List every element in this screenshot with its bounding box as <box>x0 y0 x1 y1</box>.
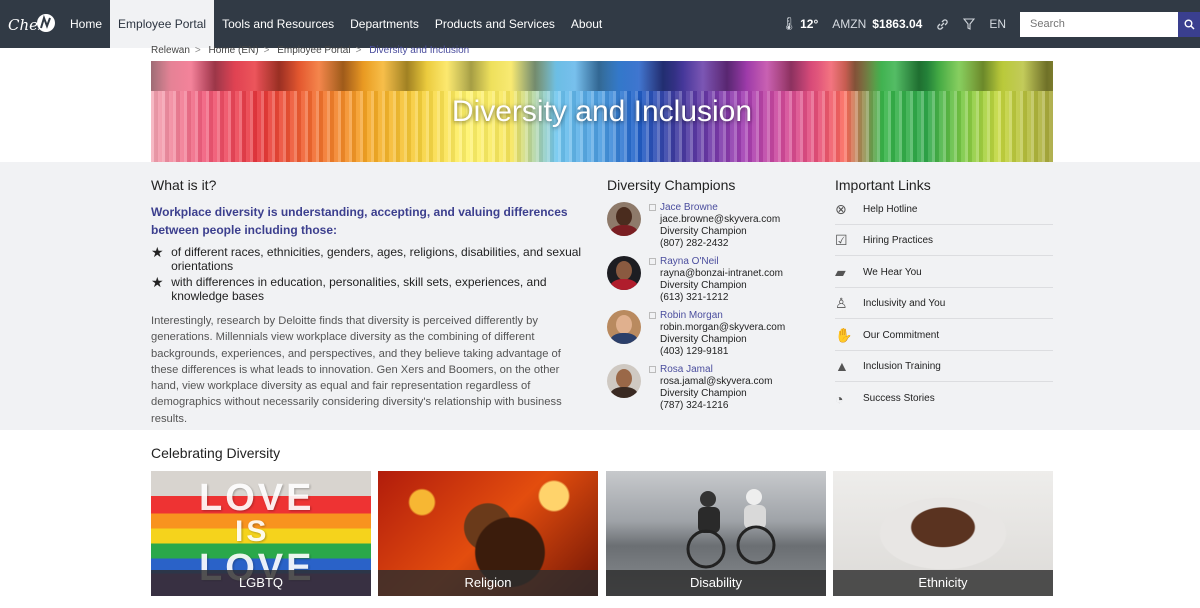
search-input[interactable] <box>1020 11 1178 37</box>
champion-role: Diversity Champion <box>660 334 747 345</box>
bullet-list: ★ of different races, ethnicities, gender… <box>151 245 586 303</box>
nav-item-products-and-services[interactable]: Products and Services <box>427 0 563 48</box>
avatar[interactable] <box>607 256 641 290</box>
lifebuoy-icon: ⊗ <box>835 200 847 217</box>
link-inclusivity-and-you[interactable]: ♙ Inclusivity and You <box>835 288 1053 319</box>
hero-title: Diversity and Inclusion <box>451 95 753 128</box>
clipboard-check-icon: ☑ <box>835 231 848 248</box>
champion-email[interactable]: jace.browne@skyvera.com <box>660 214 780 226</box>
important-links-section: Important Links ⊗ Help Hotline ☑ Hiring Pr… <box>835 177 1053 407</box>
champion-role: Diversity Champion <box>660 226 747 237</box>
champion-email[interactable]: rayna@bonzai-intranet.com <box>660 268 783 280</box>
champion-phone: (403) 129-9181 <box>660 346 729 357</box>
breadcrumb: Relewan > Home (EN) > Employee Portal > Div… <box>151 45 470 55</box>
what-is-it-section: What is it? Workplace diversity is under… <box>151 177 586 427</box>
language-selector[interactable]: EN <box>989 17 1006 31</box>
link-hiring-practices[interactable]: ☑ Hiring Practices <box>835 225 1053 256</box>
link-our-commitment[interactable]: ✋ Our Commitment <box>835 320 1053 351</box>
avatar[interactable] <box>607 202 641 236</box>
champion-role: Diversity Champion <box>660 388 747 399</box>
nav-item-about[interactable]: About <box>563 0 610 48</box>
weather-widget[interactable]: 🌡 12° <box>781 16 819 32</box>
champion-card: Rayna O'Neil rayna@bonzai-intranet.com D… <box>607 256 783 304</box>
champion-phone: (613) 321-1212 <box>660 292 729 303</box>
star-icon: ★ <box>151 274 164 290</box>
breadcrumb-item-employee-portal[interactable]: Employee Portal <box>277 45 350 55</box>
champion-name[interactable]: Rosa Jamal <box>660 364 772 376</box>
tile-caption: LGBTQ <box>151 570 371 596</box>
champions-heading: Diversity Champions <box>607 177 736 193</box>
champion-phone: (787) 324-1216 <box>660 400 729 411</box>
diversity-tiles: LOVE IS LOVE LGBTQ Religion Disability E… <box>151 471 1053 596</box>
graduation-icon: ▲ <box>835 358 849 374</box>
hero-banner: Diversity and Inclusion <box>151 61 1053 162</box>
tile-disability[interactable]: Disability <box>606 471 826 596</box>
diversity-champions-section: Diversity Champions Jace Browne jace.bro… <box>607 177 817 411</box>
lead-text: Workplace diversity is understanding, ac… <box>151 205 568 237</box>
tile-ethnicity[interactable]: Ethnicity <box>833 471 1053 596</box>
what-is-it-heading: What is it? <box>151 177 217 193</box>
handshake-icon: ✋ <box>835 326 853 343</box>
tile-caption: Ethnicity <box>833 570 1053 596</box>
link-help-hotline[interactable]: ⊗ Help Hotline <box>835 194 1053 225</box>
champion-email[interactable]: rosa.jamal@skyvera.com <box>660 376 772 388</box>
champion-role: Diversity Champion <box>660 280 747 291</box>
breadcrumb-item-home[interactable]: Home (EN) <box>209 45 259 55</box>
champion-phone: (807) 282-2432 <box>660 238 729 249</box>
breadcrumb-item-relewan[interactable]: Relewan <box>151 45 190 55</box>
list-item: ★ of different races, ethnicities, gender… <box>151 244 582 273</box>
checkbox-icon <box>649 312 656 319</box>
nav-item-tools-and-resources[interactable]: Tools and Resources <box>214 0 342 48</box>
important-links-heading: Important Links <box>835 177 931 193</box>
tile-caption: Disability <box>606 570 826 596</box>
champion-name[interactable]: Rayna O'Neil <box>660 256 783 268</box>
nav-item-departments[interactable]: Departments <box>342 0 427 48</box>
avatar[interactable] <box>607 364 641 398</box>
search-button[interactable] <box>1178 11 1200 37</box>
champion-name[interactable]: Robin Morgan <box>660 310 785 322</box>
link-we-hear-you[interactable]: ▰ We Hear You <box>835 257 1053 288</box>
breadcrumb-item-current: Diversity and Inclusion <box>369 45 470 55</box>
link-inclusion-training[interactable]: ▲ Inclusion Training <box>835 351 1053 382</box>
filter-icon[interactable] <box>963 18 976 30</box>
tile-lgbtq[interactable]: LOVE IS LOVE LGBTQ <box>151 471 371 596</box>
checkbox-icon <box>649 366 656 373</box>
person-icon: ♙ <box>835 294 848 311</box>
tile-art-text: LOVE <box>199 477 315 519</box>
chat-bubbles-icon: ▰ <box>835 263 846 280</box>
stock-symbol: AMZN <box>832 17 867 31</box>
star-icon: ★ <box>151 244 164 260</box>
link-success-stories[interactable]: ◔ Success Stories <box>835 383 1053 414</box>
checkbox-icon <box>649 204 656 211</box>
champion-card: Jace Browne jace.browne@skyvera.com Dive… <box>607 202 780 250</box>
champion-card: Robin Morgan robin.morgan@skyvera.com Di… <box>607 310 785 358</box>
checkbox-icon <box>649 258 656 265</box>
champion-card: Rosa Jamal rosa.jamal@skyvera.com Divers… <box>607 364 772 412</box>
thermometer-icon: 🌡 <box>780 16 798 31</box>
nav-tools: 🌡 12° AMZN $1863.04 EN <box>781 0 1200 48</box>
avatar[interactable] <box>607 310 641 344</box>
tile-religion[interactable]: Religion <box>378 471 598 596</box>
stock-widget[interactable]: AMZN $1863.04 <box>832 17 922 31</box>
rss-icon: ◔ <box>835 390 844 407</box>
logo[interactable]: Chez <box>0 0 62 48</box>
celebrating-diversity-heading: Celebrating Diversity <box>151 445 281 461</box>
nav-item-employee-portal[interactable]: Employee Portal <box>110 0 215 48</box>
athletes-image <box>686 489 776 569</box>
tile-caption: Religion <box>378 570 598 596</box>
search-icon <box>1184 19 1195 30</box>
nav-item-home[interactable]: Home <box>62 0 110 48</box>
champion-email[interactable]: robin.morgan@skyvera.com <box>660 322 785 334</box>
tile-art-text: IS <box>235 515 270 548</box>
body-paragraph: Interestingly, research by Deloitte find… <box>151 315 562 425</box>
champion-name[interactable]: Jace Browne <box>660 202 780 214</box>
list-item: ★ with differences in education, personal… <box>151 274 547 303</box>
weather-temperature: 12° <box>800 17 819 31</box>
link-icon[interactable] <box>936 18 949 31</box>
top-navigation: Chez Home Employee Portal Tools and Reso… <box>0 0 1200 48</box>
stock-price: $1863.04 <box>872 17 923 31</box>
